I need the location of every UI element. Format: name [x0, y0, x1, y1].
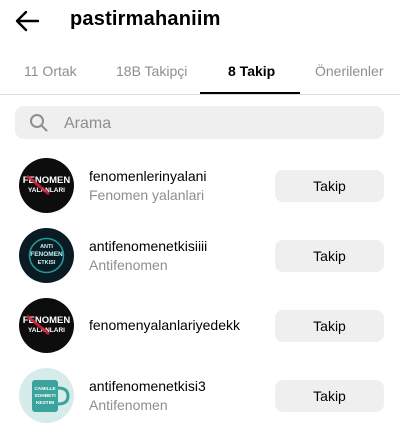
avatar-text-line-3: ETKISI — [38, 260, 56, 266]
follow-tabs: 11 Ortak 18B Takipçi 8 Takip Önerilenler — [0, 56, 400, 95]
avatar[interactable]: FENOMEN YALANLARI — [19, 158, 74, 213]
list-item[interactable]: CAMILLE SOHBETI KESTIM antifenomenetkisi… — [0, 364, 400, 428]
account-display-name: Antifenomen — [89, 397, 168, 413]
profile-username: pastirmahaniim — [70, 8, 221, 30]
follow-button[interactable]: Takip — [275, 240, 384, 272]
active-tab-indicator — [200, 92, 300, 94]
search-input[interactable] — [62, 112, 366, 135]
account-username[interactable]: antifenomenetkisi3 — [89, 378, 206, 394]
list-item[interactable]: FENOMEN YALANLARI fenomenyalanlariyedekk… — [0, 294, 400, 358]
back-arrow-icon[interactable] — [14, 8, 40, 34]
account-display-name: Fenomen yalanlari — [89, 187, 205, 203]
account-username[interactable]: fenomenyalanlariyedekk — [89, 317, 240, 333]
follow-button[interactable]: Takip — [275, 170, 384, 202]
follow-button[interactable]: Takip — [275, 380, 384, 412]
avatar[interactable]: FENOMEN YALANLARI — [19, 298, 74, 353]
search-bar[interactable] — [15, 106, 384, 139]
avatar-text-line-2: SOHBETI — [34, 393, 56, 399]
list-item[interactable]: ANTI FENOMEN ETKISI antifenomenetkisiiii… — [0, 224, 400, 288]
tab-suggested[interactable]: Önerilenler — [315, 63, 383, 79]
avatar-text-line-1: ANTI — [40, 244, 53, 250]
top-bar: pastirmahaniim — [0, 0, 400, 44]
tab-followers[interactable]: 18B Takipçi — [116, 63, 187, 79]
tab-mutual[interactable]: 11 Ortak — [24, 63, 77, 79]
avatar-text-line-2: FENOMEN — [30, 251, 63, 258]
avatar[interactable]: ANTI FENOMEN ETKISI — [19, 228, 74, 283]
account-username[interactable]: antifenomenetkisiiii — [89, 238, 207, 254]
tab-following[interactable]: 8 Takip — [228, 63, 275, 79]
account-display-name: Antifenomen — [89, 257, 168, 273]
follow-button[interactable]: Takip — [275, 310, 384, 342]
avatar-text-line-3: KESTIM — [36, 400, 54, 406]
avatar[interactable]: CAMILLE SOHBETI KESTIM — [19, 368, 74, 423]
avatar-text-line-1: CAMILLE — [34, 386, 56, 392]
list-item[interactable]: FENOMEN YALANLARI fenomenlerinyalani Fen… — [0, 154, 400, 218]
search-icon — [30, 114, 48, 132]
account-username[interactable]: fenomenlerinyalani — [89, 168, 207, 184]
